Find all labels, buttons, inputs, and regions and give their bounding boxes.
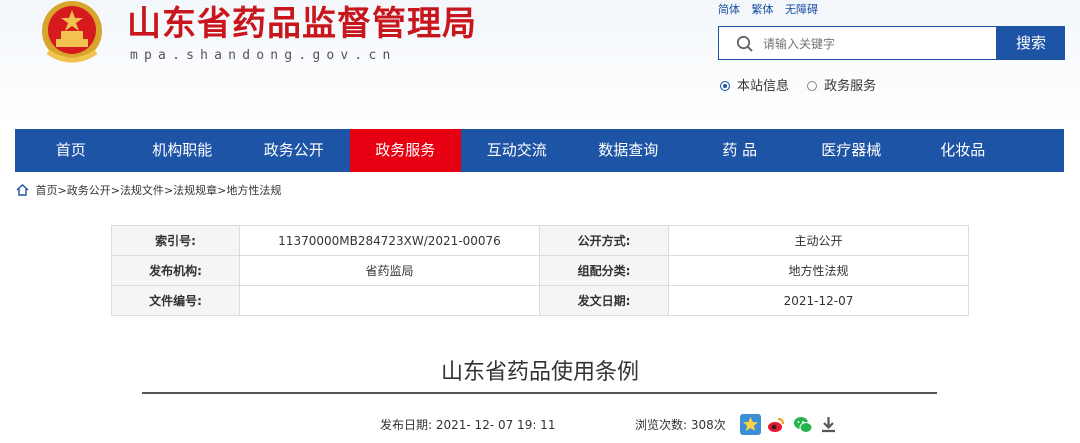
- nav-cosmetics[interactable]: 化妆品: [907, 129, 1019, 172]
- search-button[interactable]: 搜索: [997, 26, 1065, 60]
- breadcrumb-regulations[interactable]: 法规规章: [173, 184, 217, 197]
- home-icon: [16, 184, 29, 196]
- search-input[interactable]: [761, 27, 995, 61]
- simplified-chinese-link[interactable]: 简体: [718, 3, 740, 16]
- share-tools: [740, 414, 839, 435]
- article-title: 山东省药品使用条例: [440, 360, 639, 385]
- nav-drugs[interactable]: 药 品: [684, 129, 796, 172]
- breadcrumb-government-affairs[interactable]: 政务公开: [67, 184, 111, 197]
- view-count-info: 浏览次数: 308次: [635, 416, 726, 433]
- view-count-label: 浏览次数:: [635, 418, 688, 432]
- metadata-label: 索引号:: [111, 225, 240, 256]
- nav-organization-functions[interactable]: 机构职能: [127, 129, 239, 172]
- nav-government-affairs-openness[interactable]: 政务公开: [238, 129, 350, 172]
- metadata-value: 省药监局: [239, 255, 540, 286]
- metadata-value: 2021-12-07: [668, 285, 969, 316]
- breadcrumb-regulatory-documents[interactable]: 法规文件: [120, 184, 164, 197]
- wechat-icon[interactable]: [792, 414, 813, 435]
- traditional-chinese-link[interactable]: 繁体: [752, 3, 774, 16]
- metadata-value: 11370000MB284723XW/2021-00076: [239, 225, 540, 256]
- title-divider: [142, 392, 937, 394]
- table-row: 索引号: 11370000MB284723XW/2021-00076 公开方式:…: [111, 225, 969, 256]
- nav-home[interactable]: 首页: [15, 129, 127, 172]
- publish-date-label: 发布日期:: [380, 418, 433, 432]
- metadata-label: 公开方式:: [539, 225, 669, 256]
- weibo-icon[interactable]: [766, 414, 787, 435]
- breadcrumb-local-regulations[interactable]: 地方性法规: [226, 184, 281, 197]
- metadata-label: 文件编号:: [111, 285, 240, 316]
- national-emblem-icon: [42, 1, 102, 63]
- metadata-value: 地方性法规: [668, 255, 969, 286]
- table-row: 发布机构: 省药监局 组配分类: 地方性法规: [111, 255, 969, 286]
- metadata-label: 组配分类:: [539, 255, 669, 286]
- search-box: [718, 26, 997, 61]
- nav-medical-devices[interactable]: 医疗器械: [796, 129, 908, 172]
- main-navigation: 首页 机构职能 政务公开 政务服务 互动交流 数据查询 药 品 医疗器械 化妆品: [15, 129, 1064, 172]
- nav-interaction[interactable]: 互动交流: [461, 129, 573, 172]
- breadcrumb: 首页>政务公开>法规文件>法规规章>地方性法规: [16, 182, 281, 198]
- search-icon: [736, 35, 753, 52]
- download-icon[interactable]: [818, 414, 839, 435]
- scope-government-service-option[interactable]: 政务服务: [807, 79, 876, 94]
- table-row: 文件编号: 发文日期: 2021-12-07: [111, 285, 969, 316]
- metadata-value: 主动公开: [668, 225, 969, 256]
- breadcrumb-home[interactable]: 首页: [36, 184, 58, 197]
- publish-date: 2021- 12- 07 19: 11: [435, 418, 556, 432]
- document-metadata-table: 索引号: 11370000MB284723XW/2021-00076 公开方式:…: [111, 225, 969, 316]
- language-links: 简体 繁体 无障碍: [718, 1, 826, 17]
- nav-data-query[interactable]: 数据查询: [573, 129, 685, 172]
- scope-site-info-option[interactable]: 本站信息: [720, 79, 789, 94]
- site-title: 山东省药品监督管理局: [127, 4, 477, 44]
- site-domain: mpa.shandong.gov.cn: [130, 48, 397, 63]
- search-scope: 本站信息 政务服务: [720, 75, 890, 94]
- publish-date-info: 发布日期: 2021- 12- 07 19: 11: [380, 416, 555, 433]
- accessibility-link[interactable]: 无障碍: [785, 3, 818, 16]
- metadata-value: [239, 285, 540, 316]
- favorite-icon[interactable]: [740, 414, 761, 435]
- view-count: 308次: [690, 418, 726, 432]
- metadata-label: 发布机构:: [111, 255, 240, 286]
- radio-unselected-icon: [807, 81, 818, 91]
- metadata-label: 发文日期:: [539, 285, 669, 316]
- nav-government-service[interactable]: 政务服务: [349, 129, 461, 172]
- radio-selected-icon: [720, 81, 730, 91]
